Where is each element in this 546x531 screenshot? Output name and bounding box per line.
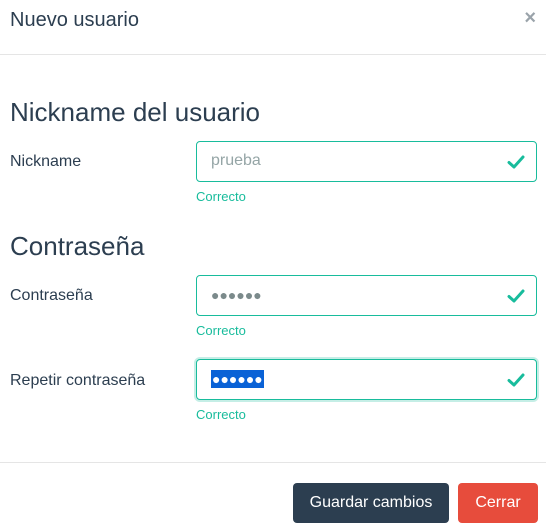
modal-header: Nuevo usuario ×	[0, 0, 546, 55]
repeat-password-input[interactable]: ●●●●●●	[196, 359, 537, 400]
modal-footer: Guardar cambios Cerrar	[0, 462, 546, 531]
modal-title: Nuevo usuario	[10, 9, 139, 31]
section-title-nickname: Nickname del usuario	[10, 97, 261, 127]
password-input-value: ●●●●●●	[211, 287, 262, 303]
check-icon	[507, 155, 525, 169]
nickname-label: Nickname	[10, 153, 82, 170]
repeat-password-label: Repetir contraseña	[10, 372, 146, 389]
check-icon	[507, 289, 525, 303]
close-button[interactable]: Cerrar	[458, 483, 538, 523]
close-icon[interactable]: ×	[524, 8, 536, 28]
new-user-modal: Nuevo usuario × Nickname del usuario Nic…	[0, 0, 546, 531]
password-help: Correcto	[196, 323, 246, 338]
save-button[interactable]: Guardar cambios	[293, 483, 449, 523]
repeat-password-help: Correcto	[196, 407, 246, 422]
repeat-password-input-value: ●●●●●●	[211, 370, 264, 388]
nickname-input-value: prueba	[211, 152, 261, 169]
password-label: Contraseña	[10, 287, 93, 304]
section-title-password: Contraseña	[10, 231, 145, 261]
nickname-help: Correcto	[196, 189, 246, 204]
password-input[interactable]: ●●●●●●	[196, 275, 537, 316]
nickname-input[interactable]: prueba	[196, 141, 537, 182]
check-icon	[507, 373, 525, 387]
